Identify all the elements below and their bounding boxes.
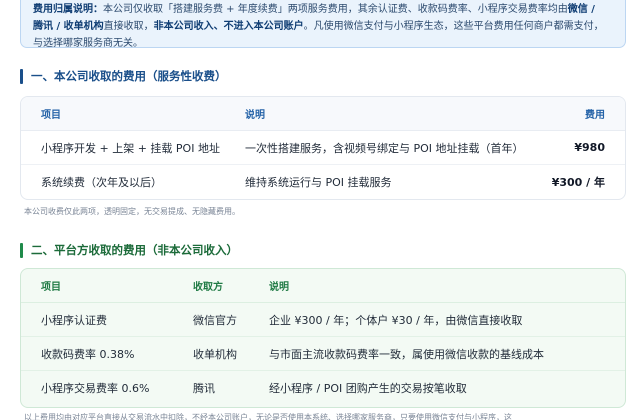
header-item: 项目 bbox=[41, 282, 61, 293]
fee-attribution-notice: 费用归属说明：本公司仅收取「搭建服务费 + 年度续费」两项服务费用，其余认证费、… bbox=[20, 0, 626, 48]
notice-line-3: 与选择哪家服务商无关。 bbox=[33, 35, 613, 48]
cell-desc: 企业 ¥300 / 年；个体户 ¥30 / 年，由微信直接收取 bbox=[269, 313, 523, 327]
header-item: 项目 bbox=[41, 110, 61, 121]
table-row: 收款码费率 0.38% 收单机构 与市面主流收款码费率一致，属使用微信收款的基线… bbox=[21, 337, 625, 371]
cell-fee: ¥980 bbox=[574, 141, 605, 154]
notice-line-2: 腾讯 / 收单机构直接收取，非本公司收入、不进入本公司账户。凡使用微信支付与小程… bbox=[33, 18, 613, 35]
cell-collector: 收单机构 bbox=[193, 347, 237, 361]
company-fees-table: 项目 说明 费用 小程序开发 + 上架 + 挂载 POI 地址 一次性搭建服务，… bbox=[20, 96, 626, 200]
notice-strong-2: 腾讯 / 收单机构 bbox=[33, 21, 104, 32]
notice-text-2: 直接收取， bbox=[103, 21, 154, 32]
header-desc: 说明 bbox=[269, 282, 289, 293]
notice-strong-3: 非本公司收入、不进入本公司账户 bbox=[153, 21, 304, 32]
notice-line-1: 费用归属说明：本公司仅收取「搭建服务费 + 年度续费」两项服务费用，其余认证费、… bbox=[33, 1, 613, 18]
cell-collector: 微信官方 bbox=[193, 313, 237, 327]
section-2-accent-bar bbox=[20, 242, 23, 258]
cell-fee: ¥300 / 年 bbox=[551, 176, 605, 189]
platform-fees-table: 项目 收取方 说明 小程序认证费 微信官方 企业 ¥300 / 年；个体户 ¥3… bbox=[20, 268, 626, 408]
cell-desc: 与市面主流收款码费率一致，属使用微信收款的基线成本 bbox=[269, 347, 544, 361]
cell-item: 收款码费率 0.38% bbox=[41, 347, 135, 361]
table-row: 小程序交易费率 0.6% 腾讯 经小程序 / POI 团购产生的交易按笔收取 bbox=[21, 371, 625, 405]
cell-item: 小程序开发 + 上架 + 挂载 POI 地址 bbox=[41, 141, 220, 155]
section-1-title: 一、本公司收取的费用（服务性收费） bbox=[20, 66, 227, 86]
section-2-title-text: 二、平台方收取的费用（非本公司收入） bbox=[31, 243, 238, 257]
header-desc: 说明 bbox=[245, 110, 265, 121]
header-fee: 费用 bbox=[585, 110, 605, 121]
section-1-accent-bar bbox=[20, 68, 23, 84]
cell-desc: 经小程序 / POI 团购产生的交易按笔收取 bbox=[269, 382, 467, 395]
cell-item: 小程序认证费 bbox=[41, 313, 107, 327]
table-row: 小程序开发 + 上架 + 挂载 POI 地址 一次性搭建服务，含视频号绑定与 P… bbox=[21, 131, 625, 165]
notice-strong-1: 微信 / bbox=[567, 4, 595, 15]
cell-desc: 维持系统运行与 POI 挂载服务 bbox=[245, 176, 392, 189]
notice-text-1: 本公司仅收取「搭建服务费 + 年度续费」两项服务费用，其余认证费、收款码费率、小… bbox=[103, 4, 568, 15]
section-2-note: 以上费用均由对应平台直接从交易流水中扣除，不经本公司账户，无论是否使用本系统、选… bbox=[24, 413, 512, 420]
table-header-row: 项目 说明 费用 bbox=[21, 97, 625, 131]
table-row: 小程序认证费 微信官方 企业 ¥300 / 年；个体户 ¥30 / 年，由微信直… bbox=[21, 303, 625, 337]
table-row: 系统续费（次年及以后） 维持系统运行与 POI 挂载服务 ¥300 / 年 bbox=[21, 165, 625, 199]
section-2-title: 二、平台方收取的费用（非本公司收入） bbox=[20, 240, 238, 260]
notice-text-3: 。凡使用微信支付与小程序生态，这些平台费用任何商户都需支付， bbox=[303, 21, 604, 32]
cell-item: 小程序交易费率 0.6% bbox=[41, 382, 150, 395]
cell-desc: 一次性搭建服务，含视频号绑定与 POI 地址挂载（首年） bbox=[245, 141, 524, 155]
cell-item: 系统续费（次年及以后） bbox=[41, 176, 162, 189]
header-collector: 收取方 bbox=[193, 282, 223, 293]
section-1-title-text: 一、本公司收取的费用（服务性收费） bbox=[31, 69, 227, 83]
notice-text-4: 与选择哪家服务商无关。 bbox=[33, 38, 143, 48]
cell-collector: 腾讯 bbox=[193, 382, 215, 395]
table-header-row: 项目 收取方 说明 bbox=[21, 269, 625, 303]
notice-heading: 费用归属说明： bbox=[33, 4, 103, 15]
section-1-note: 本公司收费仅此两项，透明固定，无交易提成、无隐藏费用。 bbox=[24, 207, 240, 216]
